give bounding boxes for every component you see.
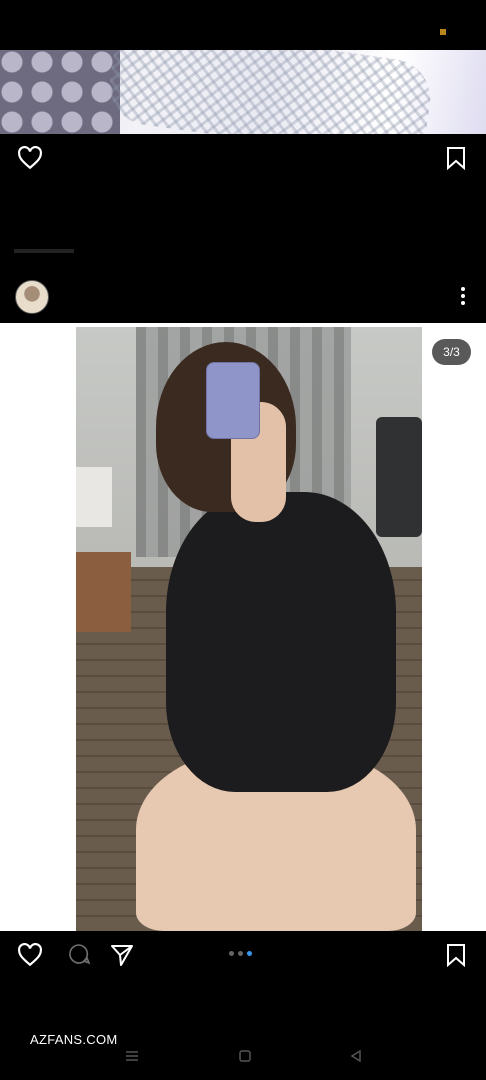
previous-post-image[interactable] (0, 50, 486, 134)
comment-icon[interactable] (66, 942, 92, 966)
carousel-dot (229, 951, 234, 956)
image-cabinet (76, 467, 112, 527)
bookmark-outline-icon[interactable] (444, 145, 468, 171)
more-vertical-icon[interactable] (455, 285, 471, 307)
status-indicator (440, 29, 446, 35)
image-pattern-mesh (104, 50, 436, 134)
home-square-icon[interactable] (237, 1049, 253, 1063)
image-pattern-dots (0, 50, 120, 134)
heart-outline-icon[interactable] (16, 145, 44, 171)
caption-placeholder (14, 249, 74, 253)
image-phone (206, 362, 260, 439)
image-figure-body (166, 492, 396, 792)
heart-outline-icon[interactable] (16, 942, 44, 968)
bookmark-outline-icon[interactable] (444, 942, 468, 968)
slide-counter-badge: 3/3 (432, 339, 471, 365)
status-bar (0, 0, 486, 50)
image-chair (376, 417, 422, 537)
carousel-dot (238, 951, 243, 956)
recents-icon[interactable] (124, 1049, 140, 1063)
avatar[interactable] (15, 280, 49, 314)
carousel-indicator (229, 951, 252, 956)
image-shelf (76, 552, 131, 632)
post-image[interactable] (76, 327, 422, 931)
carousel-dot-active (247, 951, 252, 956)
send-icon[interactable] (109, 942, 135, 968)
back-triangle-icon[interactable] (348, 1049, 364, 1063)
